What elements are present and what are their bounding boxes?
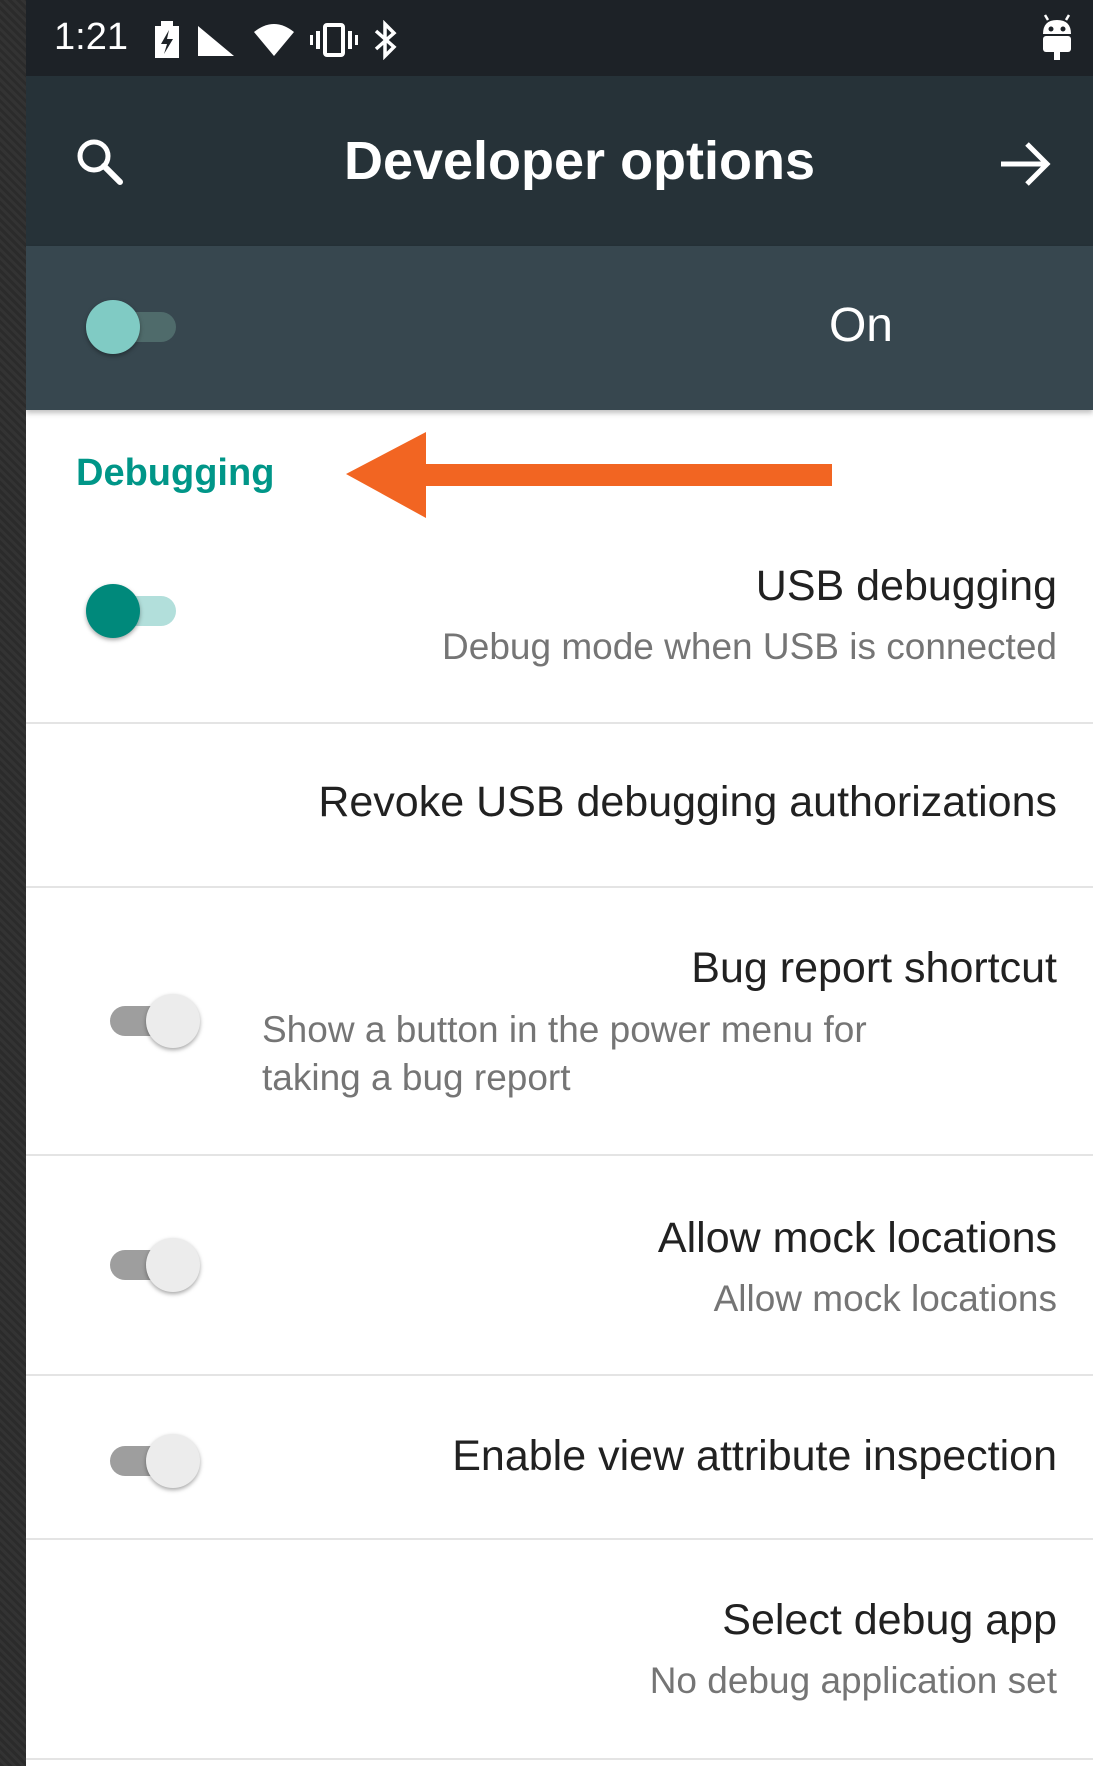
pref-title: Allow mock locations — [657, 1214, 1057, 1262]
phone-screen: 1:21 Developer options On Debugging USB … — [26, 0, 1093, 1766]
arrow-forward-icon[interactable] — [995, 136, 1055, 192]
pref-summary: Show a button in the power menu for taki… — [262, 1009, 867, 1098]
pref-summary: Debug mode when USB is connected — [442, 626, 1057, 667]
switch-thumb — [146, 1238, 200, 1292]
pref-title: USB debugging — [755, 562, 1057, 610]
annotation-arrow-icon — [346, 432, 832, 518]
master-switch-bar[interactable]: On — [26, 246, 1093, 410]
master-switch-label: On — [828, 299, 893, 352]
bug-report-shortcut-switch[interactable] — [100, 988, 204, 1052]
status-bar: 1:21 — [26, 0, 1093, 76]
vibrate-icon — [310, 23, 358, 57]
pref-usb-debugging[interactable]: USB debugging Debug mode when USB is con… — [26, 530, 1093, 724]
pref-summary: No debug application set — [649, 1660, 1057, 1701]
status-icons — [152, 18, 400, 62]
section-header-debugging: Debugging — [76, 452, 275, 494]
app-toolbar: Developer options — [26, 76, 1093, 246]
pref-revoke-usb-authorizations[interactable]: Revoke USB debugging authorizations — [26, 724, 1093, 888]
switch-thumb — [86, 300, 140, 354]
pref-title: Enable view attribute inspection — [452, 1432, 1057, 1480]
page-title: Developer options — [343, 131, 816, 191]
pref-allow-mock-locations[interactable]: Allow mock locations Allow mock location… — [26, 1156, 1093, 1376]
pref-summary: Allow mock locations — [713, 1278, 1057, 1319]
pref-bug-report-shortcut[interactable]: Bug report shortcut Show a button in the… — [26, 888, 1093, 1156]
switch-thumb — [86, 584, 140, 638]
usb-debugging-switch[interactable] — [82, 578, 186, 642]
allow-mock-locations-switch[interactable] — [100, 1232, 204, 1296]
wifi-icon — [254, 24, 294, 56]
pref-select-debug-app[interactable]: Select debug app No debug application se… — [26, 1540, 1093, 1760]
pref-title: Revoke USB debugging authorizations — [318, 778, 1057, 826]
device-frame — [0, 0, 26, 1766]
pref-title: Select debug app — [722, 1596, 1057, 1644]
switch-thumb — [146, 1434, 200, 1488]
pref-title: Bug report shortcut — [691, 944, 1057, 992]
view-attribute-inspection-switch[interactable] — [100, 1428, 204, 1492]
battery-charging-icon — [155, 21, 179, 58]
master-toggle-switch[interactable] — [82, 294, 186, 358]
status-time: 1:21 — [54, 16, 128, 58]
bluetooth-icon — [374, 20, 397, 60]
pref-view-attribute-inspection[interactable]: Enable view attribute inspection — [26, 1376, 1093, 1540]
signal-icon — [198, 26, 234, 56]
switch-thumb — [146, 994, 200, 1048]
android-debug-icon — [1039, 14, 1075, 65]
